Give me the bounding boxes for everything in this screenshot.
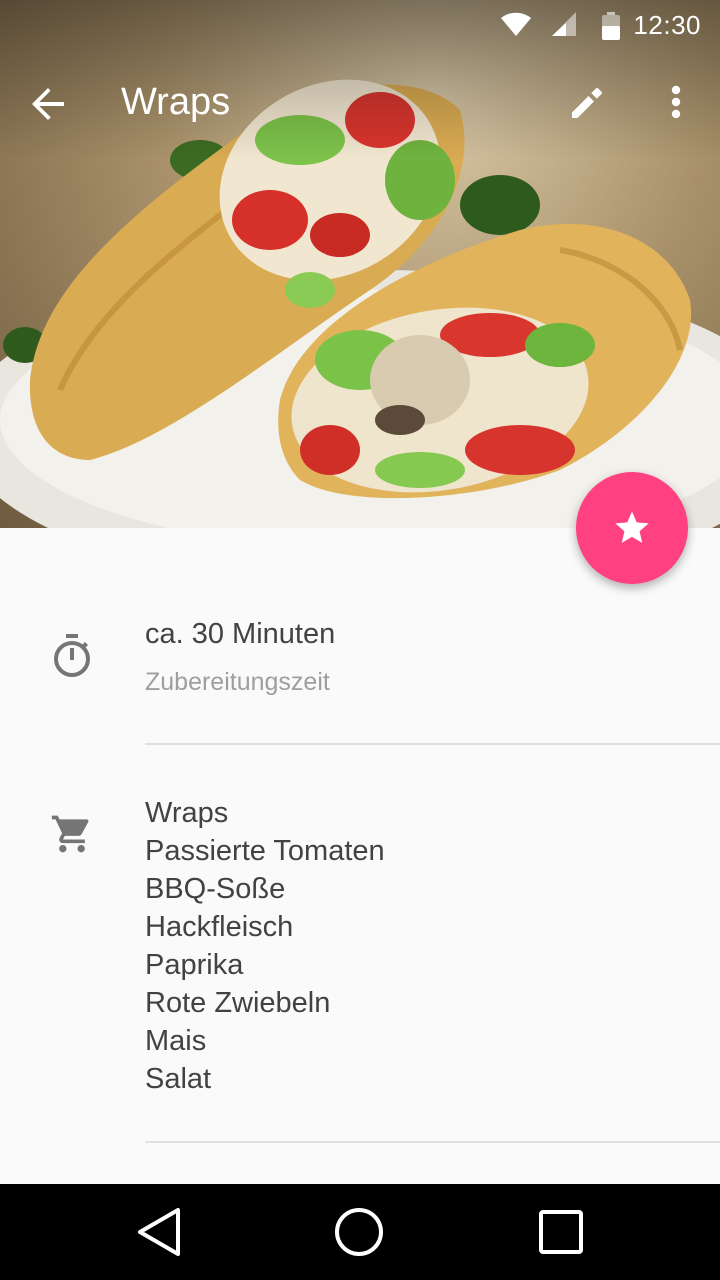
- ingredient-item: Wraps: [145, 797, 229, 829]
- ingredient-item: Paprika: [145, 949, 244, 981]
- nav-home-button[interactable]: [331, 1204, 387, 1260]
- shopping-cart-icon: [51, 815, 89, 853]
- status-time: 12:30: [633, 10, 701, 40]
- nav-home-icon: [335, 1208, 383, 1256]
- page-title: Wraps: [121, 81, 231, 123]
- timer-icon: [54, 634, 90, 677]
- wifi-icon: [501, 12, 531, 36]
- more-vert-icon: [671, 85, 681, 119]
- prep-time-value: ca. 30 Minuten: [145, 618, 336, 650]
- battery-icon: [602, 12, 620, 40]
- edit-button[interactable]: [564, 78, 612, 126]
- prep-time-label: Zubereitungszeit: [145, 668, 330, 696]
- nav-back-icon: [138, 1208, 180, 1256]
- ingredient-item: Rote Zwiebeln: [145, 987, 331, 1019]
- ingredient-item: Passierte Tomaten: [145, 835, 385, 867]
- ingredient-item: BBQ-Soße: [145, 873, 286, 905]
- pencil-edit-icon: [572, 87, 603, 118]
- star-icon: [615, 511, 649, 543]
- toolbar: Wraps: [0, 48, 720, 160]
- ingredient-item: Hackfleisch: [145, 911, 294, 943]
- arrow-back-icon: [32, 88, 64, 120]
- system-nav-bar: [0, 1184, 720, 1280]
- ingredient-item: Mais: [145, 1025, 207, 1057]
- divider: [145, 743, 720, 745]
- overflow-menu-button[interactable]: [652, 78, 700, 126]
- nav-back-button[interactable]: [132, 1204, 188, 1260]
- status-bar: 12:30: [0, 0, 720, 48]
- back-button[interactable]: [24, 80, 72, 128]
- favorite-fab-button[interactable]: [576, 472, 688, 584]
- divider: [145, 1141, 720, 1143]
- nav-recents-button[interactable]: [533, 1204, 589, 1260]
- cell-signal-icon: [552, 12, 576, 36]
- ingredient-item: Salat: [145, 1063, 212, 1095]
- nav-recents-icon: [539, 1210, 583, 1254]
- ingredient-list: Wraps Passierte Tomaten BBQ-Soße Hackfle…: [145, 794, 385, 1098]
